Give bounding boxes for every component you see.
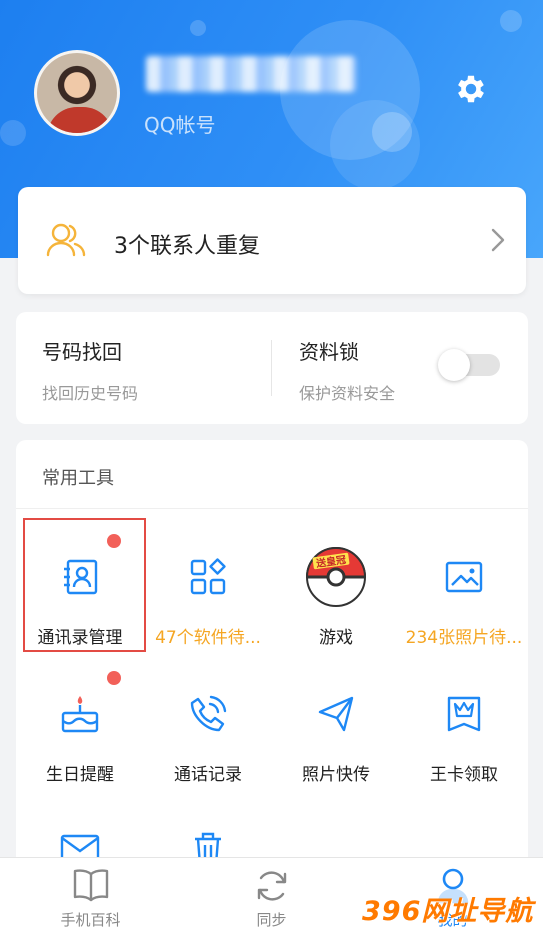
sync-icon	[257, 871, 286, 901]
duplicate-contacts-card[interactable]: 3个联系人重复	[18, 187, 526, 294]
contacts-group-icon	[46, 222, 86, 262]
birthday-cake-icon	[61, 696, 99, 733]
avatar-photo	[47, 107, 113, 133]
decor-bubble	[500, 10, 522, 32]
tool-label: 王卡领取	[430, 765, 498, 785]
book-icon	[73, 869, 108, 902]
paper-plane-icon	[318, 696, 354, 732]
tool-label: 通话记录	[174, 765, 242, 785]
nav-item-encyclopedia[interactable]: 手机百科	[0, 858, 181, 931]
number-recovery-subtitle: 找回历史号码	[42, 384, 139, 403]
nav-label: 同步	[256, 911, 287, 929]
profile-lock-subtitle: 保护资料安全	[299, 384, 396, 403]
site-watermark: 396网址导航	[362, 896, 534, 927]
tool-photo-transfer[interactable]: 照片快传	[272, 657, 400, 785]
decor-bubble	[0, 120, 26, 146]
phone-call-icon	[190, 695, 227, 732]
nav-label: 手机百科	[60, 911, 121, 929]
nav-item-sync[interactable]: 同步	[181, 858, 362, 931]
apps-grid-icon	[190, 558, 226, 595]
profile-lock-toggle[interactable]	[438, 349, 500, 381]
notification-badge	[107, 534, 121, 548]
pokeball-game-icon: 送皇冠	[305, 547, 367, 607]
decor-bubble	[190, 20, 206, 36]
settings-button[interactable]	[450, 68, 492, 110]
tool-pending-photos[interactable]: 234张照片待...	[400, 520, 528, 648]
tool-call-log[interactable]: 通话记录	[144, 657, 272, 785]
tool-label: 234张照片待...	[405, 628, 523, 648]
tool-label: 通讯录管理	[37, 628, 123, 648]
king-card-icon	[447, 696, 481, 732]
divider	[271, 340, 272, 396]
section-title: 常用工具	[42, 468, 114, 489]
account-label: QQ帐号	[144, 113, 216, 137]
contact-card-icon	[64, 559, 98, 595]
duplicate-contacts-text: 3个联系人重复	[114, 234, 260, 259]
tool-games[interactable]: 送皇冠 游戏	[272, 520, 400, 648]
recover-lock-card: 号码找回 找回历史号码 资料锁 保护资料安全	[16, 312, 528, 424]
divider	[16, 508, 528, 509]
gear-icon	[458, 75, 484, 103]
number-recovery-title: 号码找回	[42, 340, 122, 364]
tool-label: 照片快传	[302, 765, 370, 785]
tool-king-card[interactable]: 王卡领取	[400, 657, 528, 785]
tool-birthday-reminder[interactable]: 生日提醒	[16, 657, 144, 785]
number-recovery-section[interactable]: 号码找回 找回历史号码	[16, 312, 271, 424]
chevron-right-icon	[490, 227, 506, 257]
toggle-knob	[438, 349, 470, 381]
notification-badge	[107, 671, 121, 685]
decor-bubble	[372, 112, 412, 152]
tool-label: 游戏	[319, 628, 353, 648]
avatar[interactable]	[34, 50, 120, 136]
tool-contacts-manager[interactable]: 通讯录管理	[16, 520, 144, 648]
tool-label: 47个软件待...	[155, 628, 261, 648]
tool-pending-apps[interactable]: 47个软件待...	[144, 520, 272, 648]
profile-lock-title: 资料锁	[299, 340, 359, 364]
photo-icon	[445, 561, 483, 593]
tool-label: 生日提醒	[46, 765, 114, 785]
username-blurred	[146, 56, 356, 92]
